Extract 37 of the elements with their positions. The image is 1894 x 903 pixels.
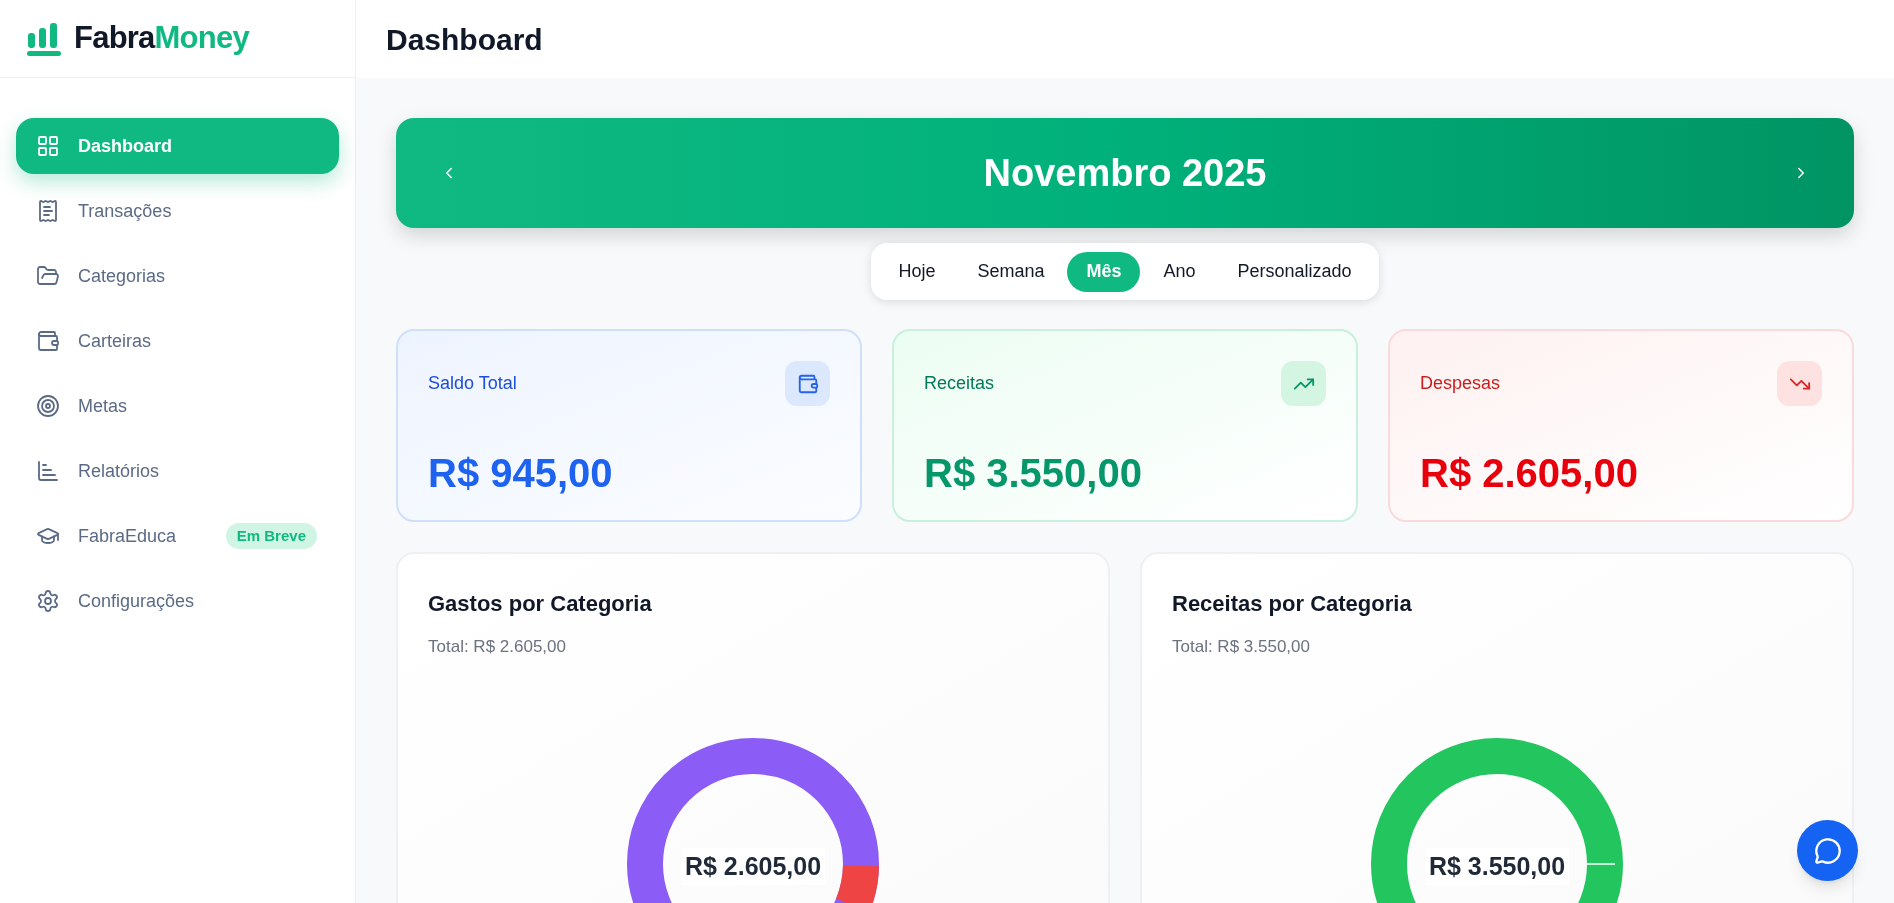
chart-total: Total: R$ 3.550,00 xyxy=(1172,636,1311,658)
card-amount: R$ 3.550,00 xyxy=(924,450,1143,497)
chart-icon xyxy=(36,459,60,483)
wallet-icon xyxy=(785,361,830,406)
chart-title: Gastos por Categoria xyxy=(428,590,653,618)
trend-up-icon xyxy=(1281,361,1326,406)
wallet-icon xyxy=(36,329,60,353)
settings-icon xyxy=(36,589,60,613)
range-tab[interactable]: Semana xyxy=(958,251,1064,292)
grid-icon xyxy=(36,134,60,158)
page-title: Dashboard xyxy=(386,21,543,58)
target-icon xyxy=(36,394,60,418)
card-amount: R$ 2.605,00 xyxy=(1420,450,1639,497)
trend-down-icon xyxy=(1777,361,1822,406)
range-tab[interactable]: Personalizado xyxy=(1218,251,1371,292)
card-label: Receitas xyxy=(924,372,995,395)
card-amount: R$ 945,00 xyxy=(428,450,614,497)
logo-icon xyxy=(26,20,62,57)
chart-title: Receitas por Categoria xyxy=(1172,590,1413,618)
nav-item[interactable]: FabraEduca Em Breve xyxy=(16,508,339,564)
range-tab[interactable]: Ano xyxy=(1144,251,1215,292)
nav-item[interactable]: Configurações xyxy=(16,573,339,629)
nav-item[interactable]: Metas xyxy=(16,378,339,434)
app-logo-text: FabraMoney xyxy=(74,19,249,58)
card-label: Despesas xyxy=(1420,372,1501,395)
period-title: Novembro 2025 xyxy=(983,150,1267,196)
receipt-icon xyxy=(36,199,60,223)
nav-item[interactable]: Carteiras xyxy=(16,313,339,369)
chat-icon xyxy=(1813,836,1842,865)
folder-icon xyxy=(36,264,60,288)
chart-total: Total: R$ 2.605,00 xyxy=(428,636,567,658)
soon-badge: Em Breve xyxy=(225,522,317,550)
card-label: Saldo Total xyxy=(428,372,517,395)
nav-item[interactable]: Transações xyxy=(16,183,339,239)
range-tab[interactable]: Hoje xyxy=(879,251,955,292)
nav-item[interactable]: Categorias xyxy=(16,248,339,304)
nav-item[interactable]: Relatórios xyxy=(16,443,339,499)
